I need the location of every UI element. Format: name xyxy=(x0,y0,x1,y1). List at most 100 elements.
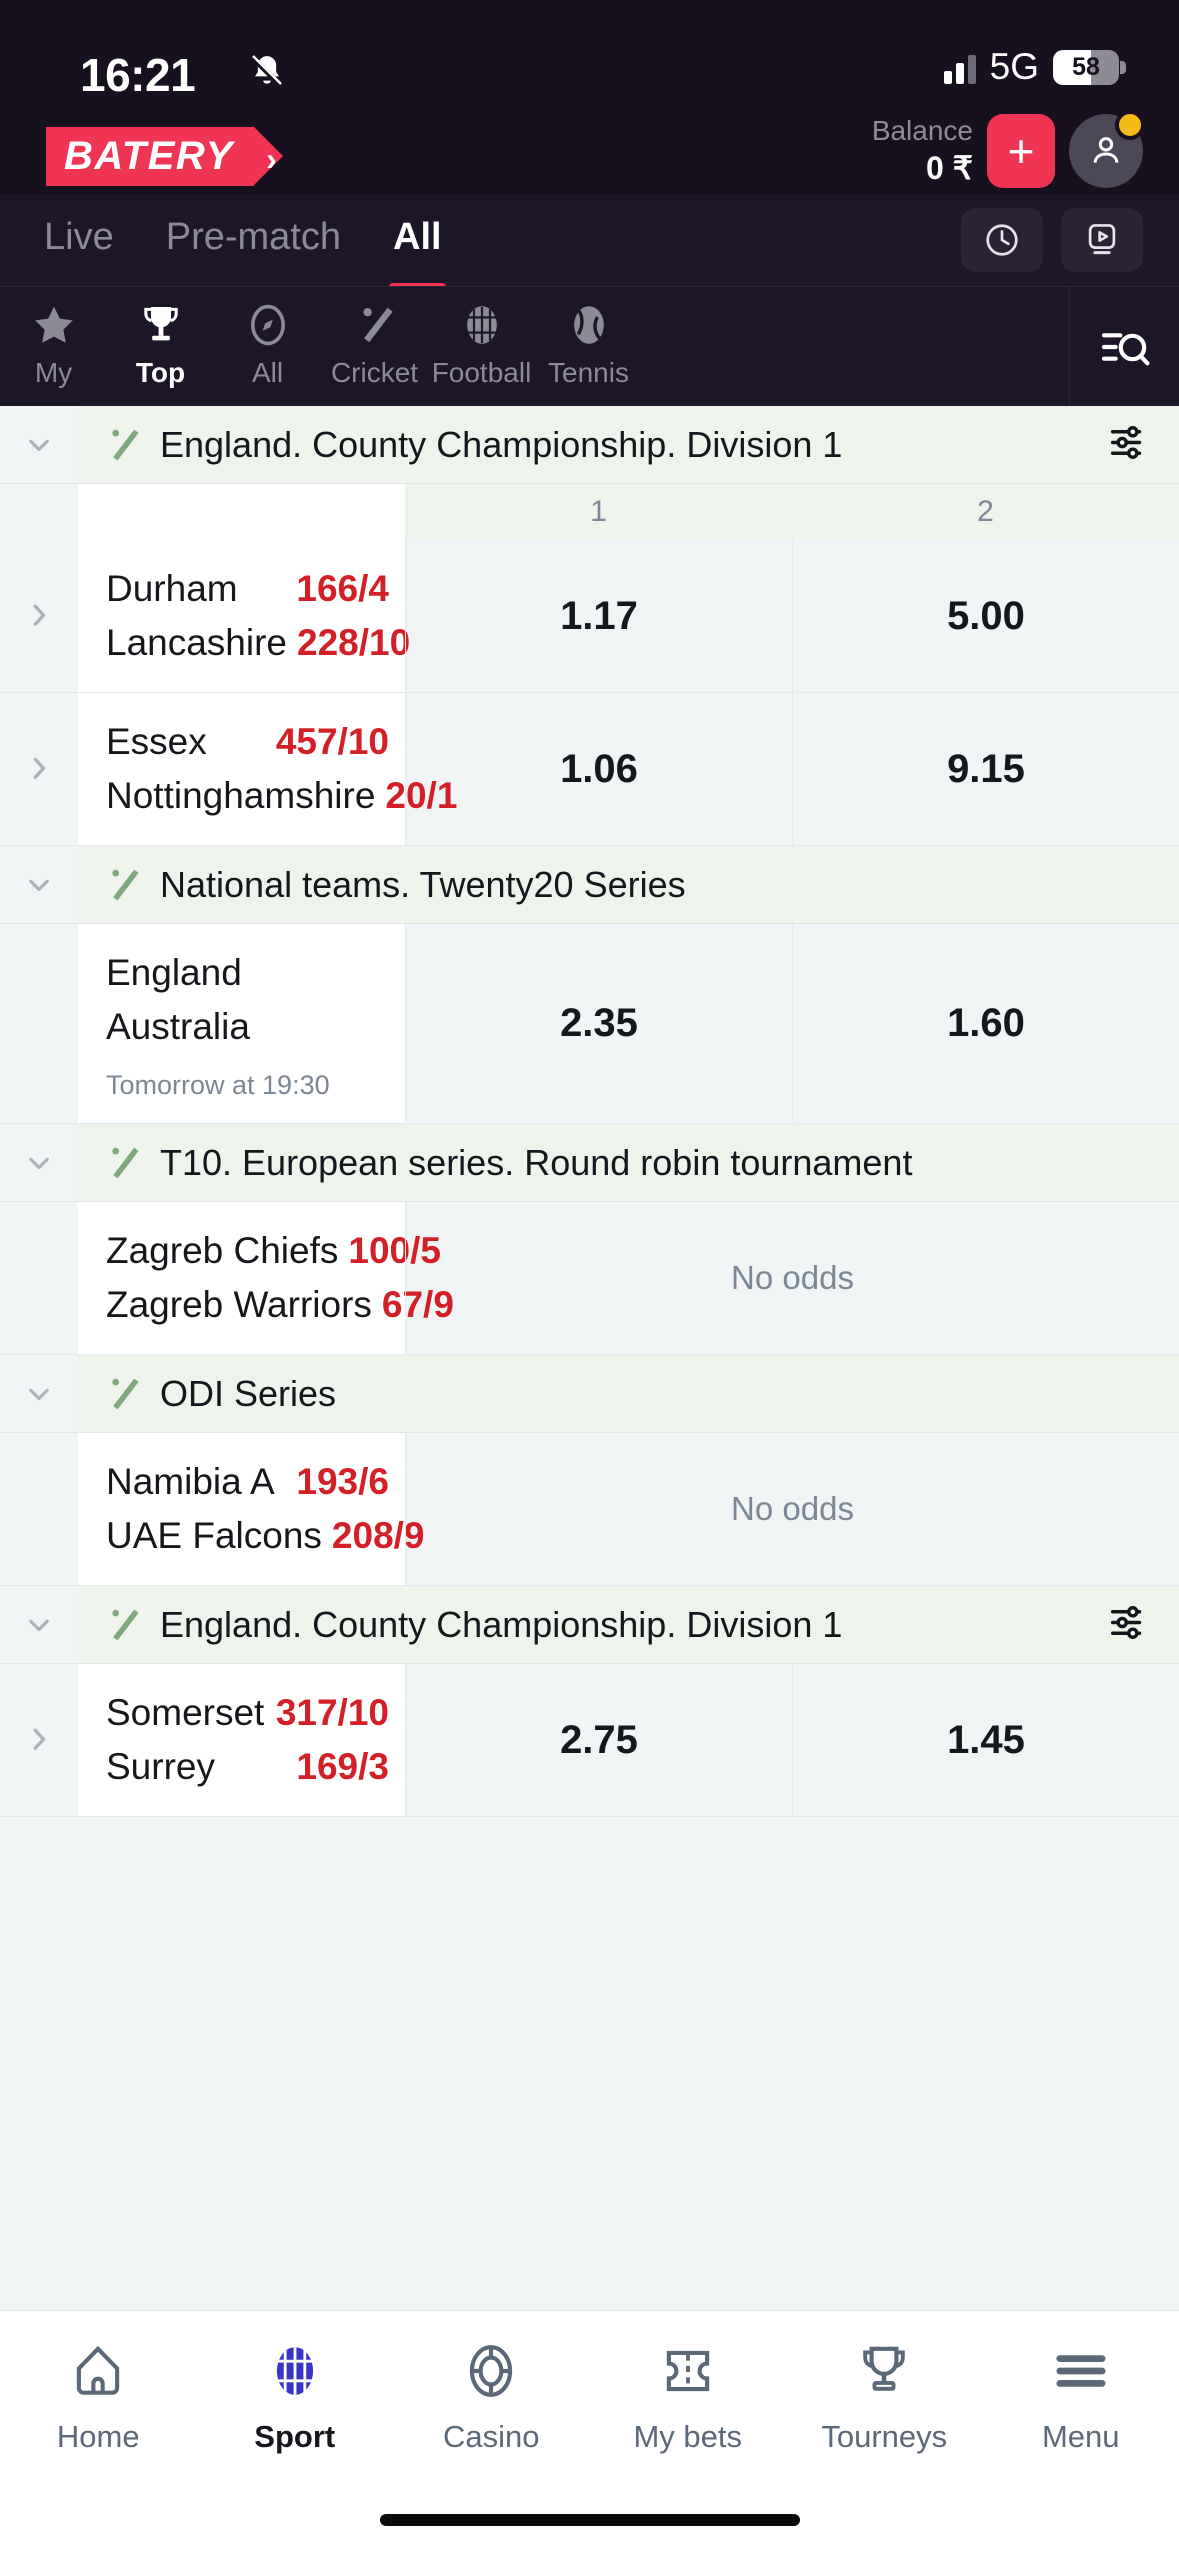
sport-item-football[interactable]: Football xyxy=(428,287,535,389)
live-stream-button[interactable] xyxy=(1061,208,1143,272)
battery-percent-label: 58 xyxy=(1072,52,1100,81)
league-header[interactable]: T10. European series. Round robin tourna… xyxy=(0,1124,1179,1202)
match-teams[interactable]: Essex 457/10 Nottinghamshire 20/1 xyxy=(78,693,457,845)
match-expand-toggle[interactable] xyxy=(0,1664,78,1816)
nav-item-tourneys[interactable]: Tourneys xyxy=(786,2333,983,2455)
sport-item-all[interactable]: All xyxy=(214,287,321,389)
odds-group: No odds xyxy=(405,1202,1179,1354)
cricket-sport-icon xyxy=(102,1604,144,1646)
sport-item-my[interactable]: My xyxy=(0,287,107,389)
league-header[interactable]: ODI Series xyxy=(0,1355,1179,1433)
league-header[interactable]: National teams. Twenty20 Series xyxy=(0,846,1179,924)
odd-button-2[interactable]: 1.45 xyxy=(792,1664,1179,1816)
tab-prematch[interactable]: Pre-match xyxy=(166,216,341,265)
away-team-score: 169/3 xyxy=(296,1746,389,1787)
no-odds-label: No odds xyxy=(405,1202,1179,1354)
home-team-name: England xyxy=(106,952,242,993)
football-icon xyxy=(264,2333,326,2409)
nav-label: Sport xyxy=(254,2419,336,2454)
match-row[interactable]: Durham 166/4 Lancashire 228/10 1.17 5.00 xyxy=(0,540,1179,693)
home-team-name: Namibia A xyxy=(106,1461,275,1502)
cricket-icon xyxy=(112,1378,139,1409)
status-bar: 16:21 5G 58 xyxy=(0,0,1179,118)
match-row[interactable]: Namibia A 193/6 UAE Falcons 208/9 No odds xyxy=(0,1433,1179,1586)
results-history-button[interactable] xyxy=(961,208,1043,272)
match-expand-toggle[interactable] xyxy=(0,540,78,692)
tab-all[interactable]: All xyxy=(389,216,446,291)
odds-group: 2.75 1.45 xyxy=(405,1664,1179,1816)
match-state-tabs: Live Pre-match All xyxy=(0,194,1179,291)
odd-button-1[interactable]: 2.35 xyxy=(405,924,792,1123)
cricket-icon xyxy=(112,869,139,900)
sport-item-top[interactable]: Top xyxy=(107,287,214,389)
deposit-button[interactable]: + xyxy=(987,114,1055,188)
nav-label: Home xyxy=(56,2419,140,2454)
home-team-name: Essex xyxy=(106,721,207,762)
match-expand-toggle xyxy=(0,1202,78,1354)
match-row[interactable]: Somerset 317/10 Surrey 169/3 2.75 1.45 xyxy=(0,1664,1179,1817)
match-teams[interactable]: Namibia A 193/6 UAE Falcons 208/9 xyxy=(78,1433,425,1585)
league-collapse-toggle[interactable] xyxy=(0,1586,78,1663)
sport-item-cricket[interactable]: Cricket xyxy=(321,287,428,389)
chevron-down-icon xyxy=(29,439,49,451)
league-header[interactable]: England. County Championship. Division 1 xyxy=(0,406,1179,484)
match-teams[interactable]: Zagreb Chiefs 100/5 Zagreb Warriors 67/9 xyxy=(78,1202,454,1354)
nav-item-sport[interactable]: Sport xyxy=(197,2333,394,2455)
filter-icon xyxy=(1110,1605,1142,1639)
status-bar-indicators: 5G 58 xyxy=(943,46,1126,88)
cricket-icon xyxy=(112,1147,139,1178)
search-filter-icon xyxy=(1101,333,1149,366)
match-teams[interactable]: Somerset 317/10 Surrey 169/3 xyxy=(78,1664,405,1816)
balance-block[interactable]: Balance 0 ₹ xyxy=(872,115,973,186)
match-row[interactable]: Zagreb Chiefs 100/5 Zagreb Warriors 67/9 No … xyxy=(0,1202,1179,1355)
balance-value: 0 ₹ xyxy=(925,149,973,186)
nav-item-menu[interactable]: Menu xyxy=(983,2333,1179,2455)
league-filter-button[interactable] xyxy=(1105,1599,1151,1650)
nav-item-home[interactable]: Home xyxy=(0,2333,197,2455)
odd-button-1[interactable]: 1.17 xyxy=(405,540,792,692)
nav-item-casino[interactable]: Casino xyxy=(393,2333,590,2455)
match-row[interactable]: England Australia Tomorrow at 19:30 2.35 1.6… xyxy=(0,924,1179,1124)
football-icon xyxy=(458,299,506,351)
odds-group: 2.35 1.60 xyxy=(405,924,1179,1123)
tab-live[interactable]: Live xyxy=(44,216,114,265)
brand-logo-text: BATERY xyxy=(46,126,254,186)
league-collapse-toggle[interactable] xyxy=(0,406,78,483)
odd-button-1[interactable]: 2.75 xyxy=(405,1664,792,1816)
league-header[interactable]: England. County Championship. Division 1 xyxy=(0,1586,1179,1664)
home-team-score: 166/4 xyxy=(296,568,389,609)
sport-label: Football xyxy=(431,357,532,388)
chevron-down-icon xyxy=(29,1388,49,1400)
league-collapse-toggle[interactable] xyxy=(0,846,78,923)
odd-button-2[interactable]: 9.15 xyxy=(792,693,1179,845)
league-collapse-toggle[interactable] xyxy=(0,1355,78,1432)
odds-group: No odds xyxy=(405,1433,1179,1585)
search-filter-button[interactable] xyxy=(1069,287,1179,407)
match-teams[interactable]: England Australia Tomorrow at 19:30 xyxy=(78,924,405,1123)
nav-item-my-bets[interactable]: My bets xyxy=(590,2333,787,2455)
ticket-icon xyxy=(657,2333,719,2409)
away-team-score: 228/10 xyxy=(297,622,411,663)
event-list[interactable]: England. County Championship. Division 1… xyxy=(0,406,1179,1817)
match-expand-toggle[interactable] xyxy=(0,693,78,845)
match-expand-toggle xyxy=(0,1433,78,1585)
odd-button-2[interactable]: 5.00 xyxy=(792,540,1179,692)
chevron-down-icon xyxy=(29,1157,49,1169)
league-collapse-toggle[interactable] xyxy=(0,1124,78,1201)
odd-button-2[interactable]: 1.60 xyxy=(792,924,1179,1123)
brand-logo[interactable]: BATERY › xyxy=(46,126,283,186)
bottom-navigation: Home Sport Casino My bets Tourneys Menu xyxy=(0,2310,1179,2556)
sport-item-tennis[interactable]: Tennis xyxy=(535,287,642,389)
nav-label: Menu xyxy=(1041,2419,1120,2454)
account-button[interactable] xyxy=(1069,110,1145,188)
chevron-down-icon xyxy=(29,879,49,891)
bell-slash-icon xyxy=(247,52,287,92)
network-type-label: 5G xyxy=(989,46,1039,87)
odd-button-1[interactable]: 1.06 xyxy=(405,693,792,845)
match-row[interactable]: Essex 457/10 Nottinghamshire 20/1 1.06 9.15 xyxy=(0,693,1179,846)
signal-icon xyxy=(943,50,976,84)
home-team-score: 317/10 xyxy=(275,1692,389,1733)
league-filter-button[interactable] xyxy=(1105,419,1151,470)
match-teams[interactable]: Durham 166/4 Lancashire 228/10 xyxy=(78,540,410,692)
cricket-icon xyxy=(112,1609,139,1640)
